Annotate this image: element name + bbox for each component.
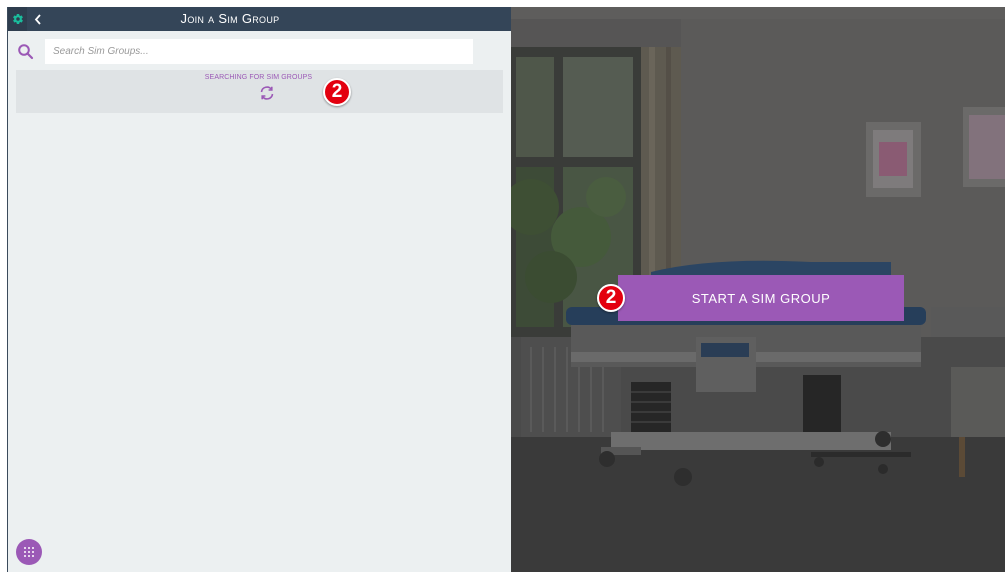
join-sim-group-panel: Join a Sim Group Searching for Sim Group… xyxy=(7,7,511,572)
status-text: Searching for Sim Groups xyxy=(16,74,503,81)
gear-icon xyxy=(12,14,23,25)
back-button[interactable] xyxy=(29,7,47,31)
page-title-text: Join a Sim Group xyxy=(180,11,280,26)
search-status: Searching for Sim Groups xyxy=(16,70,503,113)
app-root: Join a Sim Group Searching for Sim Group… xyxy=(0,0,1005,572)
start-sim-group-button[interactable]: START A SIM GROUP xyxy=(618,275,904,321)
search-bar xyxy=(8,37,511,67)
search-input[interactable] xyxy=(45,39,473,64)
apps-grid-icon xyxy=(24,547,34,557)
apps-button[interactable] xyxy=(16,539,42,565)
status-label: Searching for Sim Groups xyxy=(204,74,313,81)
step-badge-left: 2 xyxy=(323,78,351,106)
step-badge-right: 2 xyxy=(597,284,625,312)
chevron-left-icon xyxy=(34,13,41,25)
settings-button[interactable] xyxy=(8,7,27,31)
page-title: Join a Sim Group xyxy=(68,7,511,31)
search-icon xyxy=(18,44,34,60)
refresh-icon xyxy=(260,86,274,100)
panel-header: Join a Sim Group xyxy=(8,7,511,31)
